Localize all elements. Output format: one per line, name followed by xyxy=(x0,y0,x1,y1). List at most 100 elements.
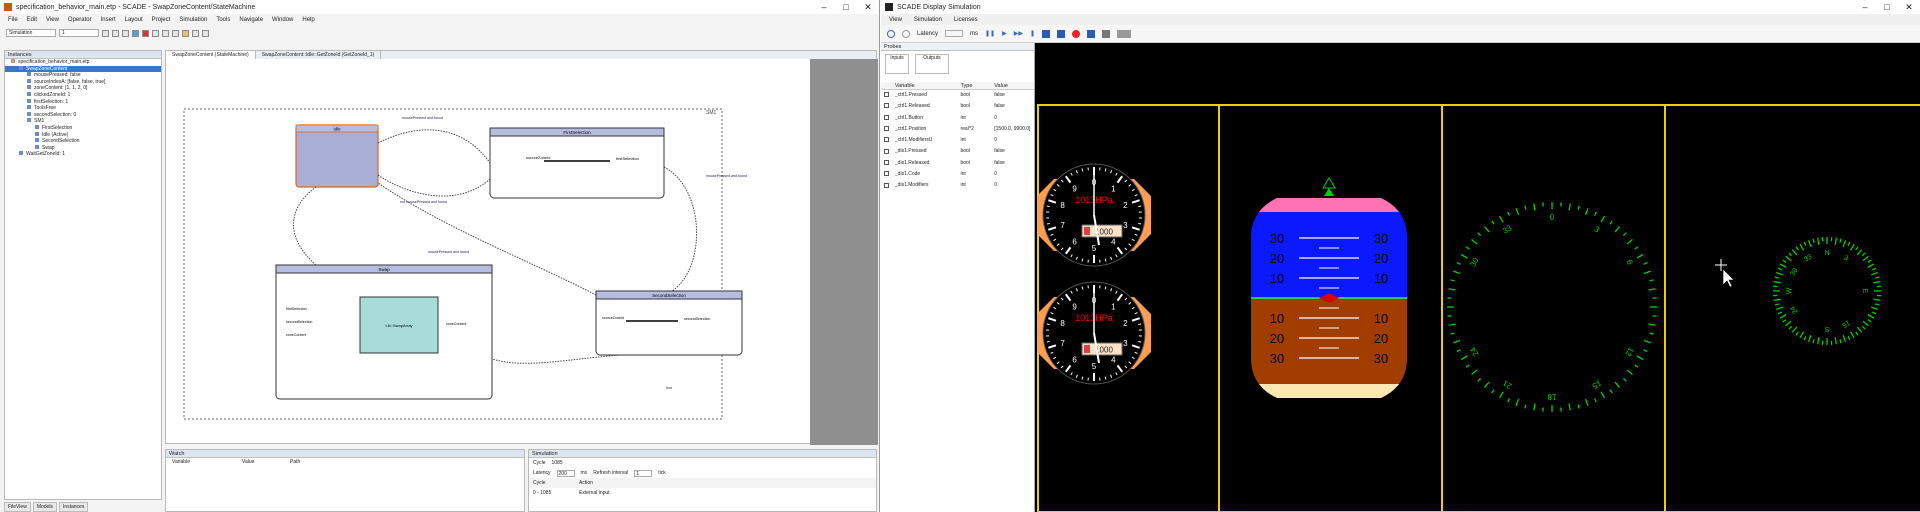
step-icon[interactable]: ▶ xyxy=(1002,30,1007,37)
menu-window[interactable]: Window xyxy=(272,17,293,23)
toolbar-button[interactable] xyxy=(182,29,189,37)
minimize-icon[interactable]: – xyxy=(1854,0,1876,14)
tree-item-label: WaitGetZoneId: 1 xyxy=(26,151,65,158)
toolbar-button[interactable] xyxy=(152,29,159,37)
state-swap[interactable]: Swap Lib::SwapArray firstSelection secon… xyxy=(275,264,493,400)
tree-item[interactable]: SwapZoneContent xyxy=(5,65,161,73)
menu-help[interactable]: Help xyxy=(302,17,314,23)
state-machine-diagram[interactable]: SM1 Idle FirstSelection sourceZoneId fir… xyxy=(166,59,810,445)
tree-item[interactable]: firstSelection: 1 xyxy=(5,98,161,106)
tree-item[interactable]: Idle (Active) xyxy=(5,131,161,139)
menu-insert[interactable]: Insert xyxy=(101,17,116,23)
transition-arrow[interactable] xyxy=(377,174,491,197)
probe-row[interactable]: _dis1.Pressed bool false xyxy=(881,146,1034,157)
probe-row[interactable]: _dis1.Modifiers int 0 xyxy=(881,180,1034,191)
maximize-icon[interactable]: □ xyxy=(1876,0,1898,14)
record-icon[interactable] xyxy=(1071,29,1080,38)
probe-row[interactable]: _ctrl1.ModifiersU int 0 xyxy=(881,135,1034,146)
transition-label: mousePressed and found xyxy=(706,174,747,178)
pause-icon[interactable]: ❚❚ xyxy=(985,30,995,37)
transition-arrow[interactable] xyxy=(663,166,698,292)
config-combo[interactable]: Simulation xyxy=(6,29,56,37)
menu-navigate[interactable]: Navigate xyxy=(239,17,263,23)
tree-item[interactable]: SM1 xyxy=(5,118,161,125)
state-first-selection[interactable]: FirstSelection sourceZoneId firstSelecti… xyxy=(489,127,665,199)
probe-row[interactable]: _ctrl1.Button int 0 xyxy=(881,113,1034,124)
workspace-tab[interactable]: Instances xyxy=(58,502,89,512)
toolbar-button[interactable] xyxy=(102,29,109,37)
pitch-label: 30 xyxy=(1270,231,1284,246)
tree-item[interactable]: secondSelection: 0 xyxy=(5,111,161,119)
menu-layout[interactable]: Layout xyxy=(125,17,143,23)
menu-simulation[interactable]: Simulation xyxy=(914,17,942,23)
close-icon[interactable]: ✕ xyxy=(1898,0,1920,14)
tree-node-icon xyxy=(35,131,39,136)
probe-row[interactable]: _ctrl1.Released bool false xyxy=(881,101,1034,112)
probe-row[interactable]: _ctrl1.Pressed bool false xyxy=(881,90,1034,101)
state-idle[interactable]: Idle xyxy=(295,124,379,188)
menu-file[interactable]: File xyxy=(8,17,18,23)
state-second-selection[interactable]: SecondSelection sourceZoneId secondSelec… xyxy=(595,290,743,356)
compass-tick xyxy=(1465,364,1470,368)
probe-row[interactable]: _ctrl1.Position real^2 [1500.0, 9900.0] xyxy=(881,124,1034,135)
menu-tools[interactable]: Tools xyxy=(216,17,230,23)
settings-icon[interactable] xyxy=(1116,29,1131,38)
tree-item[interactable]: ToolsFree xyxy=(5,105,161,112)
toolbar-button[interactable] xyxy=(192,29,199,37)
tree-item[interactable]: mousePressed: false xyxy=(5,72,161,79)
menu-licenses[interactable]: Licenses xyxy=(954,17,978,23)
outputs-box[interactable]: Outputs xyxy=(915,54,949,74)
play-icon[interactable]: ▶▶ xyxy=(1014,30,1023,37)
latency-input[interactable]: 200 xyxy=(556,469,575,477)
workspace-tab[interactable]: Models xyxy=(32,502,57,512)
camera-icon[interactable] xyxy=(1086,29,1095,38)
sim-history-row[interactable]: 0 - 1085 External input xyxy=(529,488,876,498)
probes-col-variable: Variable xyxy=(894,83,915,89)
minimize-icon[interactable]: – xyxy=(813,0,835,14)
menu-edit[interactable]: Edit xyxy=(27,17,37,23)
menu-project[interactable]: Project xyxy=(152,17,171,23)
toolbar-button[interactable] xyxy=(172,29,179,37)
play-icon[interactable] xyxy=(132,29,139,37)
menu-operator[interactable]: Operator xyxy=(68,17,92,23)
tree-item[interactable]: FirstSelection xyxy=(5,124,161,132)
tree-item[interactable]: specification_behavior_main.etp xyxy=(5,59,161,66)
pause-alt-icon[interactable]: ❚ xyxy=(1030,30,1035,37)
inputs-box[interactable]: Inputs xyxy=(885,54,909,74)
tree-item[interactable]: Swap xyxy=(5,144,161,152)
menu-view[interactable]: View xyxy=(46,17,59,23)
tree-item[interactable]: WaitGetZoneId: 1 xyxy=(5,151,161,158)
pitch-label: 20 xyxy=(1374,331,1388,346)
transition-arrow[interactable] xyxy=(491,354,622,364)
maximize-icon[interactable]: □ xyxy=(835,0,857,14)
tree-item[interactable]: sourceIndexA: [false, false, true] xyxy=(5,78,161,86)
circle-icon[interactable] xyxy=(902,29,910,38)
toolbar-button[interactable] xyxy=(162,29,169,37)
probe-row[interactable]: _dis1.Code int 0 xyxy=(881,169,1034,180)
refresh-input[interactable]: 1 xyxy=(634,469,653,477)
editor-tab[interactable]: SwapZoneContent (StateMachine) xyxy=(166,51,256,59)
toolbar-button[interactable] xyxy=(112,29,119,37)
toolbar-button[interactable] xyxy=(122,29,129,37)
editor-tab[interactable]: SwapZoneContent::Idle::GetZoneId (GetZon… xyxy=(256,51,382,59)
transition-arrow[interactable] xyxy=(293,186,317,266)
transition-arrow[interactable] xyxy=(377,129,491,164)
sim-row-action: External input xyxy=(579,490,610,496)
probe-row[interactable]: _dis1.Released bool false xyxy=(881,158,1034,169)
stop-icon[interactable] xyxy=(142,29,149,37)
menu-simulation[interactable]: Simulation xyxy=(179,17,207,23)
layout-icon[interactable] xyxy=(1041,29,1050,38)
workspace-tab[interactable]: FileView xyxy=(4,502,31,512)
toolbar-button[interactable] xyxy=(202,29,209,37)
screen-icon[interactable] xyxy=(1056,29,1065,38)
tree-item[interactable]: SecondSelection xyxy=(5,138,161,145)
close-icon[interactable]: ✕ xyxy=(857,0,879,14)
display-latency-input[interactable] xyxy=(945,30,964,37)
tree-item[interactable]: zoneContent: [1, 1, 2, 0] xyxy=(5,85,161,92)
menu-view[interactable]: View xyxy=(889,17,902,23)
cockpit-display[interactable]: 0123456789 1013HPa 1000 0123456789 1013H… xyxy=(1037,43,1920,512)
tree-item[interactable]: clickedZoneId: 1 xyxy=(5,91,161,99)
camera-alt-icon[interactable] xyxy=(1101,29,1110,38)
config-combo-2[interactable]: 1 xyxy=(59,29,99,37)
reset-icon[interactable] xyxy=(887,29,895,38)
